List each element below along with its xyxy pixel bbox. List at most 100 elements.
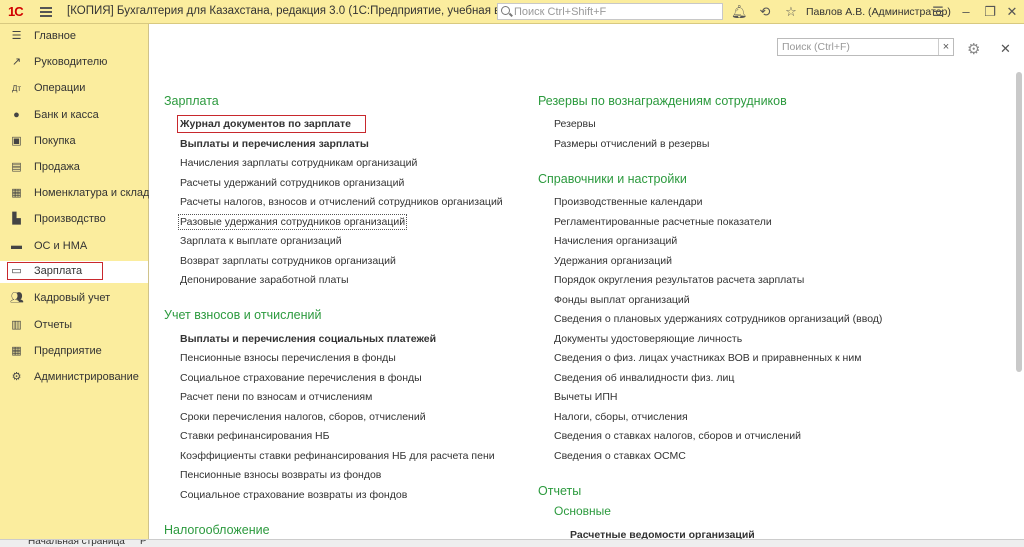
sidebar-item-pokupka[interactable]: ▣ Покупка bbox=[0, 131, 148, 153]
sidebar-item-label: Предприятие bbox=[34, 345, 102, 357]
restore-icon[interactable]: ❐ bbox=[982, 4, 998, 20]
sidebar-item-administrirovanie[interactable]: ⚙ Администрирование bbox=[0, 367, 148, 389]
global-search-input[interactable]: Поиск Ctrl+Shift+F bbox=[497, 3, 723, 20]
sections-panel: ☰ Главное ↗ Руководителю Дт Операции ● Банк … bbox=[0, 24, 149, 539]
link-nachisleniya-org[interactable]: Начисления организаций bbox=[554, 235, 677, 247]
link-fondy-vyplat[interactable]: Фонды выплат организаций bbox=[554, 294, 690, 306]
settings-gear-icon[interactable]: ⚙ bbox=[967, 40, 980, 58]
sidebar-item-otchety[interactable]: ▥ Отчеты bbox=[0, 315, 148, 337]
bar-chart-icon: ▥ bbox=[11, 319, 22, 331]
link-deponirovanie[interactable]: Депонирование заработной платы bbox=[180, 274, 349, 286]
sidebar-item-os-nma[interactable]: ▬ ОС и НМА bbox=[0, 236, 148, 258]
app-logo[interactable]: 1С bbox=[8, 4, 24, 19]
link-proizv-kalendari[interactable]: Производственные календари bbox=[554, 196, 702, 208]
link-soc-strah-perechisleniya[interactable]: Социальное страхование перечисления в фо… bbox=[180, 372, 422, 384]
link-razmery-otchislenii[interactable]: Размеры отчислений в резервы bbox=[554, 138, 709, 150]
close-window-icon[interactable]: ✕ bbox=[1004, 4, 1020, 20]
link-koefficienty-stavki[interactable]: Коэффициенты ставки рефинансирования НБ … bbox=[180, 450, 495, 462]
link-stavki-osms[interactable]: Сведения о ставках ОСМС bbox=[554, 450, 686, 462]
link-nachisleniya[interactable]: Начисления зарплаты сотрудникам организа… bbox=[180, 157, 417, 169]
section-content: Поиск (Ctrl+F) × ⚙ ✕ Зарплата Журнал док… bbox=[149, 24, 1024, 541]
sidebar-item-rukovoditelyu[interactable]: ↗ Руководителю bbox=[0, 52, 148, 74]
link-planovye-uderzhaniya[interactable]: Сведения о плановых удержаниях сотрудник… bbox=[554, 313, 882, 325]
link-vyplaty-soc-platezhei[interactable]: Выплаты и перечисления социальных платеж… bbox=[180, 333, 436, 345]
link-soc-strah-vozvraty[interactable]: Социальное страхование возвраты из фондо… bbox=[180, 489, 407, 501]
sidebar-item-glavnoe[interactable]: ☰ Главное bbox=[0, 26, 148, 48]
sidebar-item-label: Руководителю bbox=[34, 56, 108, 68]
sidebar-item-operacii[interactable]: Дт Операции bbox=[0, 78, 148, 100]
link-uderzhaniya-org[interactable]: Удержания организаций bbox=[554, 255, 672, 267]
clear-search-icon[interactable]: × bbox=[938, 39, 953, 55]
tab-start-page[interactable]: Начальная страница bbox=[28, 540, 125, 547]
sidebar-item-predpriyatie[interactable]: ▦ Предприятие bbox=[0, 341, 148, 363]
coin-icon: ● bbox=[13, 109, 20, 121]
link-razovye-uderzhaniya[interactable]: Разовые удержания сотрудников организаци… bbox=[177, 214, 408, 230]
link-pens-vznosy-perechisleniya[interactable]: Пенсионные взносы перечисления в фонды bbox=[180, 352, 396, 364]
building-icon: ▦ bbox=[11, 345, 22, 357]
sidebar-item-label: Покупка bbox=[34, 135, 76, 147]
link-dokumenty-lichnosti[interactable]: Документы удостоверяющие личность bbox=[554, 333, 742, 345]
tab-second[interactable]: Р bbox=[140, 540, 147, 547]
history-icon[interactable]: ⟲ bbox=[757, 4, 773, 20]
sidebar-item-prodazha[interactable]: ▤ Продажа bbox=[0, 157, 148, 179]
hamburger-menu-icon[interactable] bbox=[40, 5, 52, 19]
link-stavki-nalogov[interactable]: Сведения о ставках налогов, сборов и отч… bbox=[554, 430, 801, 442]
sidebar-item-bank-kassa[interactable]: ● Банк и касса bbox=[0, 105, 148, 127]
subsection-title-osnovnye: Основные bbox=[554, 504, 611, 518]
scrollbar[interactable] bbox=[1015, 70, 1023, 536]
link-sroki-perechisleniya[interactable]: Сроки перечисления налогов, сборов, отчи… bbox=[180, 411, 426, 423]
section-title-nalogooblozhenie: Налогообложение bbox=[164, 523, 270, 537]
link-vozvrat-zarplaty[interactable]: Возврат зарплаты сотрудников организаций bbox=[180, 255, 396, 267]
bell-icon[interactable]: 🔔︎ bbox=[731, 4, 748, 20]
sidebar-item-label: Главное bbox=[34, 30, 77, 42]
link-poryadok-okrugleniya[interactable]: Порядок округления результатов расчета з… bbox=[554, 274, 804, 286]
sidebar-item-zarplata[interactable]: ▭ Зарплата bbox=[0, 261, 148, 283]
people-icon: 👥︎ bbox=[10, 292, 24, 304]
star-icon[interactable]: ☆ bbox=[783, 4, 799, 20]
link-raschety-uderzhanii[interactable]: Расчеты удержаний сотрудников организаци… bbox=[180, 177, 404, 189]
cart-icon: ▣ bbox=[11, 135, 22, 147]
global-search-placeholder: Поиск Ctrl+Shift+F bbox=[514, 6, 607, 18]
sidebar-item-kadrovyi-uchet[interactable]: 👥︎ Кадровый учет bbox=[0, 288, 148, 310]
sidebar-item-label: Операции bbox=[34, 82, 86, 94]
search-icon bbox=[501, 6, 510, 15]
section-title-zarplata: Зарплата bbox=[164, 94, 219, 108]
settings-menu-icon[interactable]: ☰ bbox=[930, 4, 946, 20]
section-title-spravochniki: Справочники и настройки bbox=[538, 172, 687, 186]
dt-kt-icon: Дт bbox=[11, 84, 22, 93]
link-nalogi-sbory[interactable]: Налоги, сборы, отчисления bbox=[554, 411, 688, 423]
section-search-placeholder: Поиск (Ctrl+F) bbox=[782, 41, 850, 53]
link-stavki-refinansirovaniya[interactable]: Ставки рефинансирования НБ bbox=[180, 430, 330, 442]
link-raschet-peni[interactable]: Расчет пени по взносам и отчислениям bbox=[180, 391, 372, 403]
sidebar-item-label: Продажа bbox=[34, 161, 80, 173]
window-title: [КОПИЯ] Бухгалтерия для Казахстана, реда… bbox=[67, 5, 536, 17]
menu-icon: ☰ bbox=[11, 30, 22, 42]
link-invalidnost[interactable]: Сведения об инвалидности физ. лиц bbox=[554, 372, 734, 384]
factory-icon: ▙ bbox=[12, 213, 21, 225]
link-zarplata-k-vyplate[interactable]: Зарплата к выплате организаций bbox=[180, 235, 342, 247]
shop-icon: ▤ bbox=[11, 161, 22, 173]
car-icon: ▬ bbox=[11, 240, 22, 252]
sidebar-item-label: Зарплата bbox=[34, 265, 83, 277]
sidebar-item-nomenklatura[interactable]: ▦ Номенклатура и склад bbox=[0, 183, 150, 205]
title-bar: 1С [КОПИЯ] Бухгалтерия для Казахстана, р… bbox=[0, 0, 1024, 24]
link-uchastniki-vov[interactable]: Сведения о физ. лицах участниках ВОВ и п… bbox=[554, 352, 861, 364]
sidebar-item-label: Номенклатура и склад bbox=[34, 187, 150, 199]
section-search-input[interactable]: Поиск (Ctrl+F) × bbox=[777, 38, 954, 56]
section-title-otchety: Отчеты bbox=[538, 484, 582, 498]
minimize-icon[interactable]: – bbox=[958, 4, 974, 20]
link-vyplaty-zarplaty[interactable]: Выплаты и перечисления зарплаты bbox=[180, 138, 369, 150]
link-raschety-nalogov[interactable]: Расчеты налогов, взносов и отчислений со… bbox=[180, 196, 503, 208]
sidebar-item-label: Производство bbox=[34, 213, 106, 225]
link-pens-vznosy-vozvraty[interactable]: Пенсионные взносы возвраты из фондов bbox=[180, 469, 381, 481]
card-icon: ▭ bbox=[11, 265, 22, 277]
link-rezervy[interactable]: Резервы bbox=[554, 118, 596, 130]
sidebar-item-proizvodstvo[interactable]: ▙ Производство bbox=[0, 209, 148, 231]
link-zhurnal-dokumentov[interactable]: Журнал документов по зарплате bbox=[177, 115, 366, 133]
link-reglament-pokazateli[interactable]: Регламентированные расчетные показатели bbox=[554, 216, 772, 228]
scrollbar-thumb[interactable] bbox=[1016, 72, 1022, 372]
close-panel-icon[interactable]: ✕ bbox=[1000, 41, 1011, 57]
gear-icon: ⚙ bbox=[11, 371, 22, 383]
sidebar-item-label: Администрирование bbox=[34, 371, 139, 383]
link-vychety-ipn[interactable]: Вычеты ИПН bbox=[554, 391, 617, 403]
